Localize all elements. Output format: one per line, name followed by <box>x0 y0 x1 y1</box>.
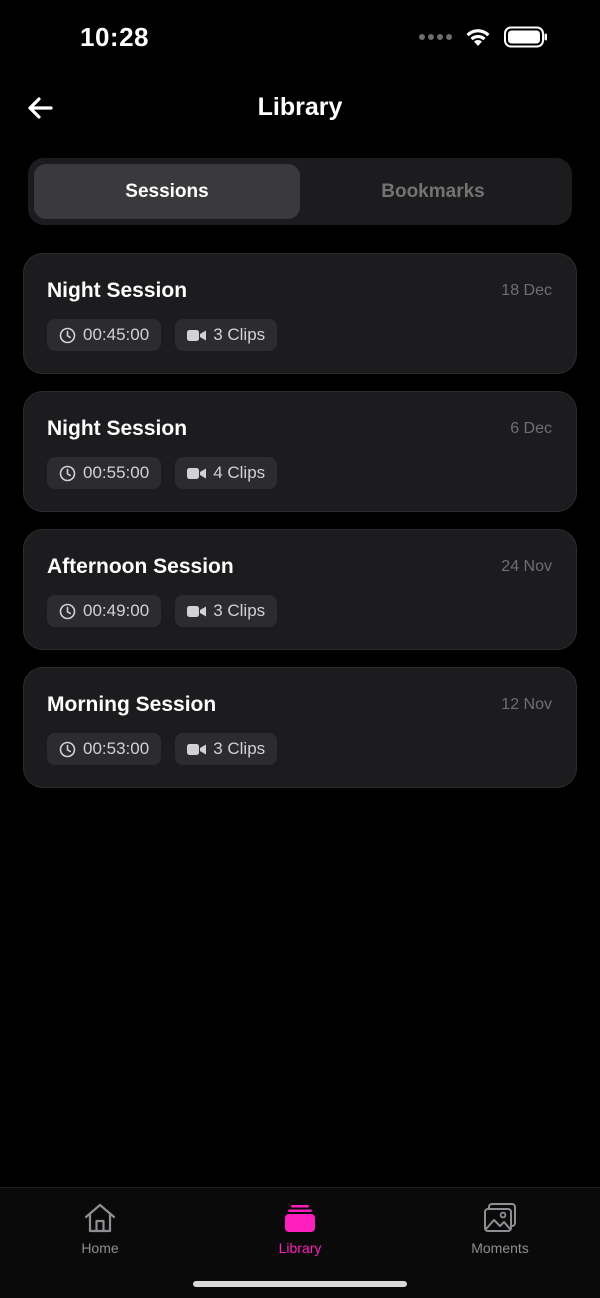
tab-library[interactable]: Library <box>235 1202 365 1256</box>
status-time: 10:28 <box>80 22 149 52</box>
session-title: Afternoon Session <box>47 555 234 578</box>
wifi-icon <box>466 29 490 46</box>
clips-chip: 3 Clips <box>175 595 278 627</box>
session-meta: 00:45:00 3 Clips <box>47 319 278 351</box>
photos-icon <box>484 1203 516 1232</box>
tab-bar: Home Library Moments <box>0 1187 600 1298</box>
duration-chip: 00:55:00 <box>47 457 162 489</box>
segmented-control: Sessions Bookmarks <box>28 158 572 225</box>
video-camera-icon <box>187 605 207 617</box>
session-title: Night Session <box>47 279 188 302</box>
video-camera-icon <box>187 467 207 479</box>
tab-moments[interactable]: Moments <box>435 1202 565 1256</box>
tab-moments-label: Moments <box>471 1240 529 1256</box>
home-icon <box>84 1203 116 1233</box>
home-indicator <box>193 1281 407 1287</box>
session-date: 24 Nov <box>501 558 552 575</box>
status-icons <box>419 26 548 48</box>
tab-bookmarks[interactable]: Bookmarks <box>300 164 566 219</box>
status-bar: 10:28 <box>0 0 600 78</box>
clips-chip: 3 Clips <box>175 733 278 765</box>
signal-icon <box>419 34 452 40</box>
session-meta: 00:55:00 4 Clips <box>47 457 278 489</box>
clock-icon <box>59 603 76 619</box>
session-date: 18 Dec <box>501 282 552 299</box>
session-card[interactable]: Morning Session 12 Nov 00:53:00 3 Clips <box>23 667 577 788</box>
duration-text: 00:49:00 <box>83 601 150 620</box>
video-camera-icon <box>187 329 207 341</box>
tab-library-label: Library <box>278 1240 322 1256</box>
battery-icon <box>504 26 547 48</box>
clips-text: 3 Clips <box>213 325 266 344</box>
duration-text: 00:45:00 <box>83 325 150 344</box>
clips-text: 3 Clips <box>213 739 266 758</box>
session-list: Night Session 18 Dec 00:45:00 3 Clips Ni… <box>23 253 577 805</box>
library-stack-icon <box>285 1205 315 1232</box>
session-title: Morning Session <box>47 693 217 716</box>
clips-chip: 4 Clips <box>175 457 278 489</box>
clips-text: 3 Clips <box>213 601 266 620</box>
session-date: 12 Nov <box>501 696 552 713</box>
video-camera-icon <box>187 743 207 755</box>
duration-text: 00:53:00 <box>83 739 150 758</box>
duration-chip: 00:53:00 <box>47 733 162 765</box>
session-title: Night Session <box>47 417 188 440</box>
session-card[interactable]: Night Session 18 Dec 00:45:00 3 Clips <box>23 253 577 374</box>
tab-home[interactable]: Home <box>35 1202 165 1256</box>
tab-sessions[interactable]: Sessions <box>34 164 300 219</box>
clock-icon <box>59 327 76 343</box>
duration-chip: 00:45:00 <box>47 319 162 351</box>
nav-bar: Library <box>0 78 600 138</box>
session-meta: 00:53:00 3 Clips <box>47 733 278 765</box>
page-title: Library <box>257 93 343 121</box>
duration-chip: 00:49:00 <box>47 595 162 627</box>
clips-chip: 3 Clips <box>175 319 278 351</box>
duration-text: 00:55:00 <box>83 463 150 482</box>
tab-home-label: Home <box>81 1240 119 1256</box>
session-date: 6 Dec <box>510 420 552 437</box>
clock-icon <box>59 465 76 481</box>
session-card[interactable]: Night Session 6 Dec 00:55:00 4 Clips <box>23 391 577 512</box>
clips-text: 4 Clips <box>213 463 266 482</box>
session-card[interactable]: Afternoon Session 24 Nov 00:49:00 3 Clip… <box>23 529 577 650</box>
session-meta: 00:49:00 3 Clips <box>47 595 278 627</box>
clock-icon <box>59 741 76 757</box>
